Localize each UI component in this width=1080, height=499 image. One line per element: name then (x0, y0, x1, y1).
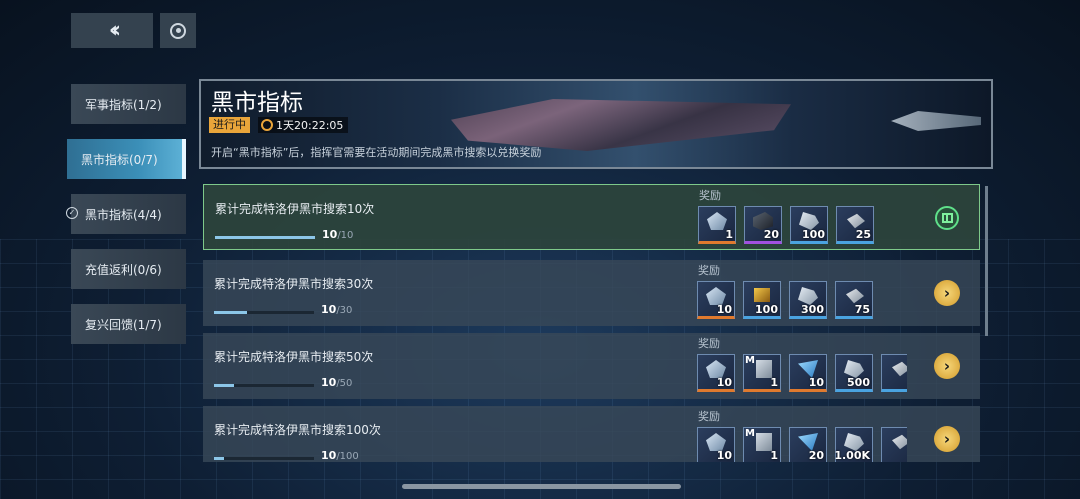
sidebar-item-label: 军事指标(1/2) (85, 97, 162, 112)
countdown-text: 1天20:22:05 (276, 119, 344, 132)
crystal-icon[interactable]: 10 (789, 354, 827, 392)
chevron-right-icon: › (943, 283, 951, 302)
progress-bar (215, 236, 315, 239)
reward-label: 奖励 (699, 189, 721, 202)
sidebar-item-black-market-index[interactable]: 黑市指标(0/7) (67, 139, 186, 179)
target-circle-icon (170, 22, 186, 39)
chip-icon[interactable]: 100 (743, 281, 781, 319)
gift-icon (941, 213, 953, 223)
tool-part-icon[interactable]: 300 (789, 281, 827, 319)
reward-label: 奖励 (698, 264, 720, 277)
progress-fill (214, 311, 248, 314)
go-button[interactable]: › (934, 280, 960, 306)
task-row: 累计完成特洛伊黑市搜索100次 10/100 奖励 10 M1 20 1.00K… (203, 406, 980, 462)
sidebar-item-label: 黑市指标(0/7) (81, 152, 158, 167)
progress-bar (214, 384, 314, 387)
task-row: 累计完成特洛伊黑市搜索30次 10/30 奖励 10 100 300 75 › (203, 260, 980, 326)
sidebar-item-recharge-rebate[interactable]: 充值返利(0/6) (71, 249, 186, 289)
home-button[interactable] (160, 13, 196, 48)
status-badge: 进行中 (209, 117, 250, 133)
metal-plate-icon[interactable]: 25 (836, 206, 874, 244)
dna-core-icon[interactable]: 10 (697, 281, 735, 319)
home-indicator[interactable] (402, 484, 681, 489)
task-title: 累计完成特洛伊黑市搜索10次 (215, 202, 375, 216)
progress-text: 10/30 (321, 303, 353, 316)
metal-plate-icon[interactable]: 75 (835, 281, 873, 319)
metal-plate-icon[interactable]: 1 (881, 354, 907, 392)
reward-items: 10 100 300 75 (697, 281, 907, 319)
event-description: 开启“黑市指标”后，指挥官需要在活动期间完成黑市搜索以兑换奖励 (211, 146, 542, 159)
blueprint-icon[interactable]: M1 (743, 427, 781, 462)
progress-text: 10/10 (322, 228, 354, 241)
check-icon: ✓ (66, 207, 78, 219)
tool-part-icon[interactable]: 500 (835, 354, 873, 392)
progress-text: 10/50 (321, 376, 353, 389)
reward-items: 1 20 100 25 (698, 206, 908, 244)
claim-reward-button[interactable] (935, 206, 959, 230)
stopwatch-icon (261, 119, 273, 131)
dna-core-icon[interactable]: 1 (698, 206, 736, 244)
reward-items: 10 M1 20 1.00K 2 (697, 427, 907, 462)
event-title: 黑市指标 (211, 90, 303, 116)
double-chevron-left-icon: ‹‹ (108, 18, 121, 43)
progress-bar (214, 311, 314, 314)
supply-box-icon[interactable]: 20 (744, 206, 782, 244)
event-sidebar: 军事指标(1/2) 黑市指标(0/7) ✓ 黑市指标(4/4) 充值返利(0/6… (66, 84, 186, 359)
task-list[interactable]: 累计完成特洛伊黑市搜索10次 10/10 奖励 1 20 100 25 累计完成… (203, 184, 980, 462)
reward-label: 奖励 (698, 410, 720, 423)
tool-part-icon[interactable]: 100 (790, 206, 828, 244)
sidebar-item-label: 充值返利(0/6) (85, 262, 162, 277)
sidebar-item-revival-feedback[interactable]: 复兴回馈(1/7) (71, 304, 186, 344)
progress-fill (214, 384, 234, 387)
reward-label: 奖励 (698, 337, 720, 350)
back-button[interactable]: ‹‹ (71, 13, 153, 48)
blueprint-icon[interactable]: M1 (743, 354, 781, 392)
progress-text: 10/100 (321, 449, 359, 462)
go-button[interactable]: › (934, 426, 960, 452)
task-list-scrollbar[interactable] (985, 186, 988, 336)
sidebar-item-label: 黑市指标(4/4) (85, 207, 162, 222)
chevron-right-icon: › (943, 356, 951, 375)
event-banner: 黑市指标 进行中 1天20:22:05 开启“黑市指标”后，指挥官需要在活动期间… (199, 79, 993, 169)
countdown-timer: 1天20:22:05 (258, 117, 349, 133)
task-title: 累计完成特洛伊黑市搜索50次 (214, 350, 374, 364)
progress-fill (214, 457, 224, 460)
reward-items: 10 M1 10 500 1 (697, 354, 907, 392)
go-button[interactable]: › (934, 353, 960, 379)
progress-bar (214, 457, 314, 460)
task-row: 累计完成特洛伊黑市搜索50次 10/50 奖励 10 M1 10 500 1 › (203, 333, 980, 399)
crystal-icon[interactable]: 20 (789, 427, 827, 462)
metal-plate-icon[interactable]: 2 (881, 427, 907, 462)
sidebar-item-black-market-index-completed[interactable]: ✓ 黑市指标(4/4) (66, 194, 186, 234)
chevron-right-icon: › (943, 429, 951, 448)
dna-core-icon[interactable]: 10 (697, 427, 735, 462)
sidebar-item-military-index[interactable]: 军事指标(1/2) (71, 84, 186, 124)
task-title: 累计完成特洛伊黑市搜索100次 (214, 423, 381, 437)
task-row: 累计完成特洛伊黑市搜索10次 10/10 奖励 1 20 100 25 (203, 184, 980, 250)
dna-core-icon[interactable]: 10 (697, 354, 735, 392)
progress-fill (215, 236, 315, 239)
task-title: 累计完成特洛伊黑市搜索30次 (214, 277, 374, 291)
tool-part-icon[interactable]: 1.00K (834, 427, 873, 462)
fighter-illustration (891, 111, 981, 131)
sidebar-item-label: 复兴回馈(1/7) (85, 317, 162, 332)
